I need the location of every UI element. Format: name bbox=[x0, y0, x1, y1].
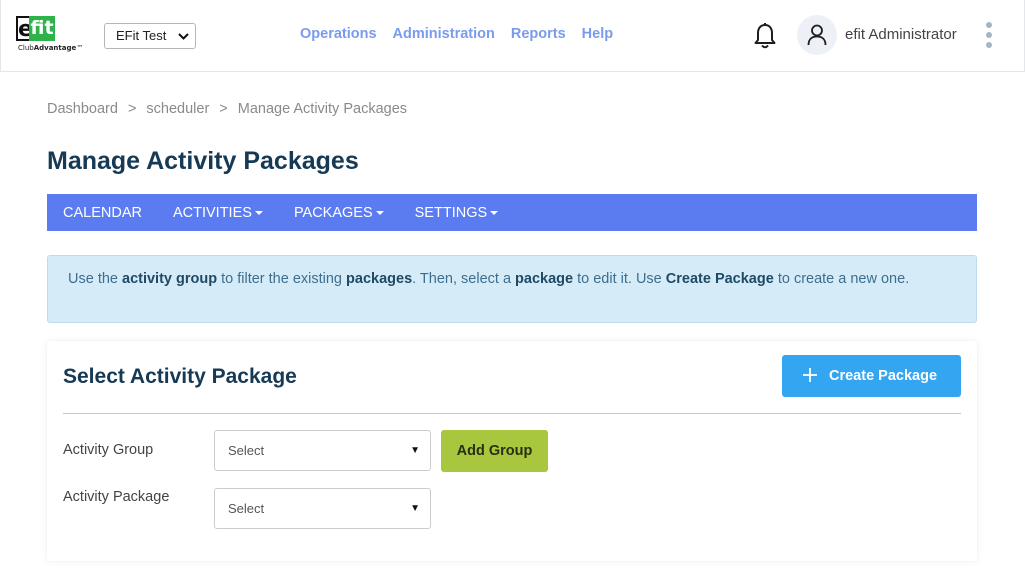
caret-down-icon bbox=[490, 210, 499, 215]
subnav-settings[interactable]: SETTINGS bbox=[415, 205, 499, 221]
info-text: to edit it. Use bbox=[573, 271, 666, 287]
nav-operations[interactable]: Operations bbox=[300, 26, 377, 42]
info-alert: Use the activity group to filter the exi… bbox=[47, 255, 977, 323]
logo-fit: fit bbox=[29, 16, 55, 41]
subnav-packages-label: PACKAGES bbox=[293, 204, 373, 221]
caret-down-icon bbox=[375, 210, 384, 215]
nav-administration[interactable]: Administration bbox=[393, 26, 495, 42]
nav-help[interactable]: Help bbox=[582, 26, 613, 42]
subnav-activities-label: ACTIVITIES bbox=[172, 204, 252, 221]
breadcrumb-separator: > bbox=[127, 101, 137, 117]
create-package-label: Create Package bbox=[829, 368, 938, 384]
activity-group-label: Activity Group bbox=[63, 442, 154, 458]
efit-logo[interactable]: e fit ClubAdvantage™ bbox=[16, 16, 88, 56]
info-text: . Then, select a bbox=[412, 271, 516, 287]
activity-group-value: Select bbox=[228, 443, 265, 458]
info-bold: packages bbox=[346, 271, 413, 287]
subnav-activities[interactable]: ACTIVITIES bbox=[173, 205, 263, 221]
add-group-button[interactable]: Add Group bbox=[441, 430, 548, 472]
info-bold: Create Package bbox=[665, 271, 774, 287]
logo-sub-bold: Advantage bbox=[33, 44, 77, 52]
select-package-card: Select Activity Package Create Package A… bbox=[47, 341, 977, 561]
club-select[interactable]: EFit Test bbox=[104, 23, 196, 49]
plus-icon bbox=[802, 366, 818, 386]
kebab-menu-icon[interactable] bbox=[984, 22, 994, 50]
user-icon bbox=[807, 24, 827, 46]
activity-group-select[interactable]: Select ▼ bbox=[214, 430, 431, 471]
logo-sub-prefix: Club bbox=[18, 44, 34, 52]
card-title: Select Activity Package bbox=[63, 365, 297, 388]
breadcrumb-separator: > bbox=[219, 101, 228, 117]
info-text: to filter the existing bbox=[217, 271, 347, 287]
info-text: to create a new one. bbox=[773, 271, 910, 287]
club-select-value: EFit Test bbox=[116, 28, 167, 43]
breadcrumb: Dashboard > scheduler > Manage Activity … bbox=[47, 101, 407, 117]
bell-icon[interactable] bbox=[753, 22, 777, 50]
info-text: Use the bbox=[68, 271, 122, 287]
activity-package-select[interactable]: Select ▼ bbox=[214, 488, 431, 529]
subnav-settings-label: SETTINGS bbox=[414, 204, 488, 221]
subnav-calendar[interactable]: CALENDAR bbox=[63, 205, 142, 221]
create-package-button[interactable]: Create Package bbox=[782, 355, 961, 397]
caret-down-icon: ▼ bbox=[410, 503, 420, 514]
logo-subtitle: ClubAdvantage™ bbox=[18, 44, 83, 52]
logo-sub-tm: ™ bbox=[76, 44, 84, 52]
logo-e: e bbox=[16, 16, 33, 42]
card-divider bbox=[63, 413, 961, 414]
page-title: Manage Activity Packages bbox=[47, 147, 359, 175]
info-bold: activity group bbox=[122, 271, 218, 287]
user-avatar[interactable] bbox=[797, 15, 837, 55]
breadcrumb-dashboard[interactable]: Dashboard bbox=[47, 101, 118, 117]
activity-package-value: Select bbox=[228, 501, 265, 516]
breadcrumb-scheduler[interactable]: scheduler bbox=[146, 101, 209, 117]
main-nav: Operations Administration Reports Help bbox=[300, 26, 613, 42]
top-bar: e fit ClubAdvantage™ EFit Test Operation… bbox=[0, 0, 1025, 72]
nav-reports[interactable]: Reports bbox=[511, 26, 566, 42]
user-name[interactable]: efit Administrator bbox=[845, 26, 957, 43]
subnav-calendar-label: CALENDAR bbox=[63, 204, 142, 221]
caret-down-icon bbox=[254, 210, 263, 215]
activity-package-label: Activity Package bbox=[63, 489, 170, 505]
sub-nav: CALENDAR ACTIVITIES PACKAGES SETTINGS bbox=[47, 194, 977, 231]
subnav-packages[interactable]: PACKAGES bbox=[294, 205, 384, 221]
caret-down-icon: ▼ bbox=[410, 445, 420, 456]
breadcrumb-current: Manage Activity Packages bbox=[237, 101, 408, 117]
chevron-down-icon bbox=[178, 26, 189, 55]
logo-mark: e fit bbox=[16, 16, 55, 42]
info-bold: package bbox=[515, 271, 574, 287]
